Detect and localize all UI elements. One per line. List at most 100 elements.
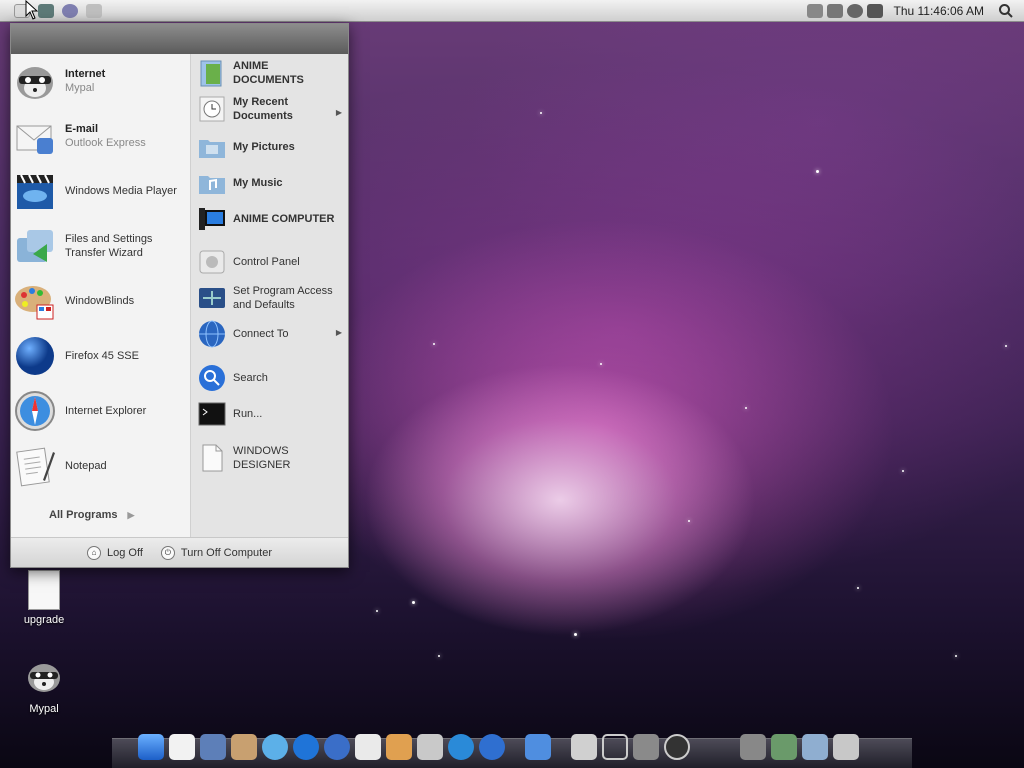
pinned-item-title: Firefox 45 SSE <box>65 350 139 362</box>
raccoon-icon <box>17 67 53 99</box>
palette-icon <box>15 286 54 320</box>
place-label: My Recent Documents <box>233 96 293 122</box>
trash-icon[interactable] <box>833 734 859 760</box>
home-folder-icon[interactable] <box>169 734 195 760</box>
pinned-item-title: WindowBlinds <box>65 295 135 307</box>
log-off-label: Log Off <box>107 546 143 559</box>
start-menu: Internet Mypal E-mail Outlook Express Wind… <box>10 23 349 568</box>
pinned-item-windowblinds[interactable]: WindowBlinds <box>11 274 191 328</box>
home-icon: ⌂ <box>87 545 101 560</box>
pinned-item-title: E-mail <box>65 123 99 135</box>
globe-icon[interactable] <box>62 3 78 18</box>
compass-icon <box>15 391 55 431</box>
program-access-icon <box>199 288 225 308</box>
tray-icon[interactable] <box>86 3 102 18</box>
pinned-item-notepad[interactable]: Notepad <box>11 439 191 493</box>
mail-icon <box>16 125 53 154</box>
security-icon[interactable] <box>847 3 864 18</box>
place-label: Set Program Access and Defaults <box>233 285 333 311</box>
pinned-item-media-player[interactable]: Windows Media Player <box>11 164 191 218</box>
pinned-item-subtitle: Mypal <box>65 82 95 94</box>
mouse-cursor-icon <box>25 0 38 20</box>
blank-document-icon <box>202 444 223 472</box>
finder-icon[interactable] <box>138 734 164 760</box>
place-windows-designer[interactable]: WINDOWS DESIGNER <box>197 443 347 473</box>
downloads-icon[interactable] <box>802 734 828 760</box>
network-dock-icon[interactable] <box>571 734 597 760</box>
turn-off-button[interactable]: ⏻ Turn Off Computer <box>160 545 272 560</box>
globe-dock-icon[interactable] <box>479 734 505 760</box>
stack-icon[interactable] <box>740 734 766 760</box>
place-label: ANIME COMPUTER <box>233 213 335 225</box>
app-store-icon[interactable] <box>386 734 412 760</box>
pinned-item-title: Internet Explorer <box>65 405 147 417</box>
textedit-icon[interactable] <box>355 734 381 760</box>
place-label: My Music <box>233 177 283 189</box>
connect-globe-icon <box>199 320 225 348</box>
documents-icon <box>200 60 222 87</box>
place-label: My Pictures <box>233 141 295 153</box>
pinned-item-title: Windows Media Player <box>65 185 177 197</box>
dock-items <box>138 734 859 760</box>
calculator-icon[interactable] <box>417 734 443 760</box>
place-search[interactable]: Search <box>197 363 347 393</box>
pinned-item-internet-explorer[interactable]: Internet Explorer <box>11 384 191 438</box>
applications-icon[interactable] <box>771 734 797 760</box>
place-anime-documents[interactable]: ANIME DOCUMENTS <box>197 58 347 88</box>
search-icon <box>199 365 225 391</box>
clock[interactable]: Thu 11:46:06 AM <box>893 4 984 18</box>
messenger-icon[interactable] <box>262 734 288 760</box>
desktop-icon-mypal[interactable]: Mypal <box>9 656 79 715</box>
place-run[interactable]: Run... <box>197 399 347 429</box>
start-menu-footer: ⌂ Log Off ⏻ Turn Off Computer <box>11 537 348 567</box>
clapperboard-icon <box>17 174 53 209</box>
place-connect-to[interactable]: Connect To <box>197 319 347 349</box>
place-my-music[interactable]: My Music <box>197 168 347 198</box>
place-anime-computer[interactable]: ANIME COMPUTER <box>197 204 347 234</box>
log-off-button[interactable]: ⌂ Log Off <box>87 545 143 560</box>
language-icon[interactable] <box>867 3 884 18</box>
top-menu-bar: Thu 11:46:06 AM <box>0 0 1024 22</box>
place-label: WINDOWS DESIGNER <box>233 445 291 471</box>
turn-off-label: Turn Off Computer <box>180 546 272 559</box>
desktop-icon-label: Mypal <box>29 703 59 715</box>
media-player-icon[interactable] <box>293 734 319 760</box>
all-programs-button[interactable]: All Programs ▶ <box>49 509 134 521</box>
place-recent-documents[interactable]: My Recent Documents <box>197 94 347 124</box>
place-control-panel[interactable]: Control Panel <box>197 247 347 277</box>
pinned-item-transfer-wizard[interactable]: Files and Settings Transfer Wizard <box>11 219 191 273</box>
place-label: ANIME DOCUMENTS <box>233 60 304 86</box>
submenu-arrow-icon: ▶ <box>335 328 342 337</box>
pinned-item-firefox[interactable]: Firefox 45 SSE <box>11 329 191 383</box>
place-my-pictures[interactable]: My Pictures <box>197 132 347 162</box>
terminal-icon <box>198 402 226 426</box>
pinned-programs: Internet Mypal E-mail Outlook Express Wind… <box>11 54 191 539</box>
pinned-item-email[interactable]: E-mail Outlook Express <box>11 109 191 163</box>
power-icon: ⏻ <box>160 545 175 560</box>
place-program-access[interactable]: Set Program Access and Defaults <box>197 283 347 313</box>
printer-icon[interactable] <box>807 3 824 18</box>
pinned-item-internet[interactable]: Internet Mypal <box>11 54 191 108</box>
folder-pictures-icon <box>199 140 225 158</box>
places-panel: ANIME DOCUMENTS My Recent Documents ▶ My… <box>191 54 348 539</box>
preview-icon[interactable] <box>200 734 226 760</box>
document-icon <box>28 570 60 610</box>
network-icon[interactable] <box>827 3 844 18</box>
globe-icon <box>16 337 54 375</box>
notepad-icon <box>16 447 55 487</box>
search-icon[interactable] <box>998 3 1014 19</box>
all-programs-label: All Programs <box>49 509 118 521</box>
computer-icon <box>199 208 225 230</box>
edit-document-icon[interactable] <box>525 734 551 760</box>
shutdown-icon[interactable] <box>664 734 690 760</box>
hanger-icon[interactable] <box>602 734 628 760</box>
settings-icon[interactable] <box>633 734 659 760</box>
screen-icon[interactable] <box>38 3 54 18</box>
browser-icon[interactable] <box>324 734 350 760</box>
ie-dock-icon[interactable] <box>448 734 474 760</box>
control-panel-icon <box>199 250 225 274</box>
pinned-item-subtitle: Outlook Express <box>65 137 146 149</box>
desktop-icon-upgrade[interactable]: upgrade <box>9 570 79 626</box>
address-book-icon[interactable] <box>231 734 257 760</box>
place-label: Control Panel <box>233 256 300 268</box>
